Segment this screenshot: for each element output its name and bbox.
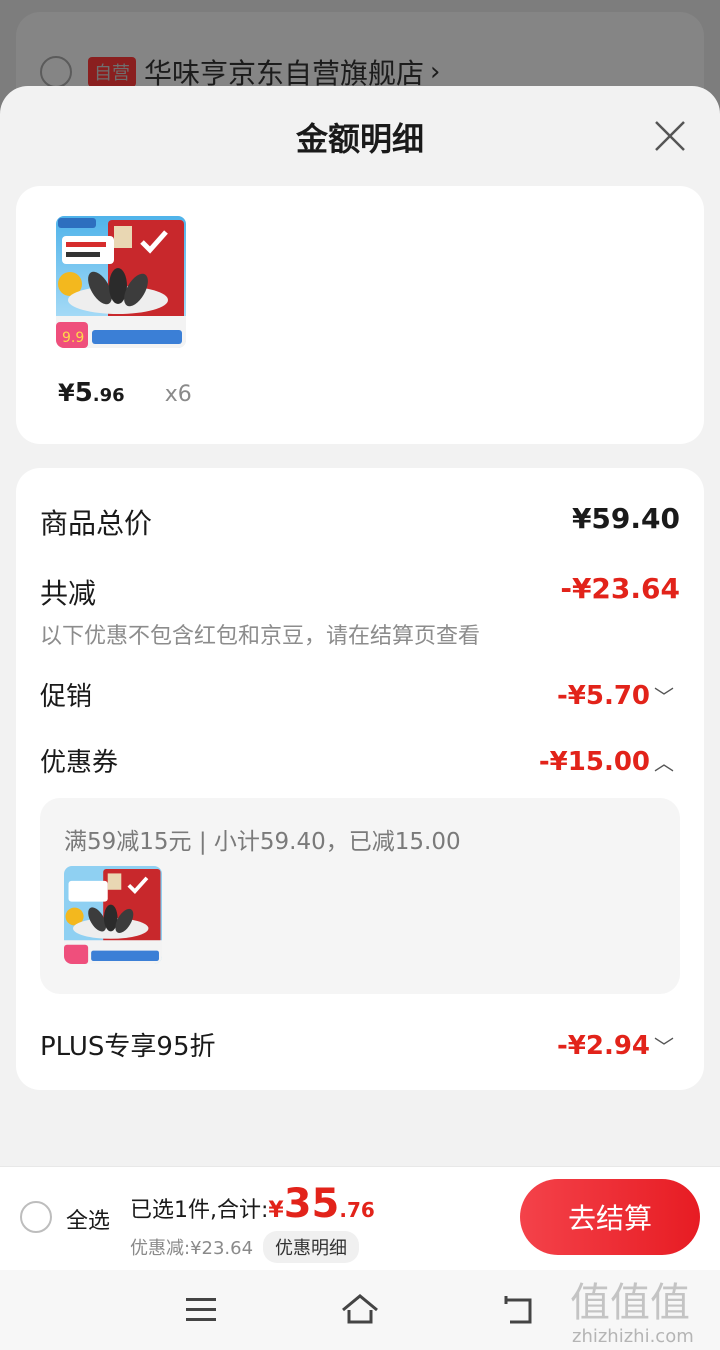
back-icon[interactable]	[496, 1288, 546, 1332]
background-store-radio	[40, 56, 72, 88]
menu-icon[interactable]	[176, 1288, 226, 1332]
discount-amount: 优惠减:¥23.64	[130, 1238, 254, 1259]
home-icon[interactable]	[335, 1288, 385, 1332]
product-price-integer: 5	[74, 378, 93, 408]
goods-total-label: 商品总价	[40, 507, 153, 540]
svg-text:9.9: 9.9	[62, 330, 84, 346]
product-card: 9.9 ¥ 5 .96 x6	[16, 186, 704, 444]
product-price-currency: ¥	[58, 379, 75, 407]
watermark-logo: 值值值 zhizhizhi.com	[568, 1276, 714, 1350]
product-image[interactable]: 9.9	[56, 216, 186, 348]
plus-discount-value: -¥2.94	[556, 1031, 650, 1061]
discount-detail-button[interactable]: 优惠明细	[263, 1231, 360, 1263]
background-self-operated-tag: 自营	[88, 57, 136, 87]
sheet-title: 金额明细	[295, 120, 424, 158]
promotion-row-toggle[interactable]: -¥5.70 ﹀	[557, 678, 674, 711]
select-all-checkbox[interactable]	[20, 1201, 52, 1233]
price-breakdown-card: 商品总价 ¥59.40 共减 -¥23.64 以下优惠不包含红包和京豆，请在结算…	[16, 468, 704, 1090]
background-store-row: 自营 华味亨京东自营旗舰店 ›	[40, 55, 441, 90]
coupon-product-image[interactable]	[64, 866, 162, 964]
promotion-label: 促销	[40, 682, 93, 712]
plus-discount-label: PLUS专享95折	[40, 1032, 216, 1062]
close-icon[interactable]	[648, 114, 692, 158]
total-reduction-value: -¥23.64	[560, 572, 680, 605]
plus-row-toggle[interactable]: -¥2.94 ﹀	[557, 1028, 674, 1061]
total-prefix: 已选1件,合计:	[130, 1198, 269, 1223]
chevron-down-icon: ﹀	[654, 685, 674, 709]
chevron-up-icon: ︿	[654, 751, 674, 775]
select-all-label[interactable]: 全选	[66, 1203, 110, 1235]
product-price-row: ¥ 5 .96 x6	[58, 378, 192, 408]
total-integer: 35	[283, 1181, 340, 1227]
total-line: 已选1件,合计: ¥ 35 .76	[130, 1181, 375, 1227]
discount-line: 优惠减:¥23.64 优惠明细	[130, 1231, 360, 1263]
checkout-button[interactable]: 去结算	[520, 1179, 700, 1255]
watermark-chars: 值值值	[570, 1280, 690, 1326]
background-store-chevron: ›	[430, 57, 441, 87]
chevron-down-icon: ﹀	[654, 1035, 674, 1059]
watermark-site: zhizhizhi.com	[572, 1326, 694, 1347]
product-price-decimal: .96	[92, 385, 125, 406]
coupon-label: 优惠券	[40, 748, 119, 778]
amount-detail-sheet: 金额明细 9.9 ¥ 5 .96 x6 商品总价 ¥59.40 共减 -¥23.…	[0, 86, 720, 1350]
total-reduction-label: 共减	[40, 577, 97, 610]
promotion-value: -¥5.70	[556, 681, 650, 711]
product-quantity: x6	[164, 382, 192, 407]
checkout-bar: 全选 已选1件,合计: ¥ 35 .76 优惠减:¥23.64 优惠明细 去结算	[0, 1166, 720, 1270]
system-nav-bar: 值值值 zhizhizhi.com	[0, 1270, 720, 1350]
total-currency: ¥	[268, 1198, 284, 1223]
coupon-row-toggle[interactable]: -¥15.00 ︿	[539, 744, 674, 777]
reduction-note: 以下优惠不包含红包和京豆，请在结算页查看	[40, 624, 481, 649]
coupon-description: 满59减15元 | 小计59.40，已减15.00	[64, 829, 461, 855]
goods-total-value: ¥59.40	[571, 502, 680, 535]
total-decimal: .76	[339, 1198, 375, 1222]
coupon-value: -¥15.00	[538, 747, 650, 777]
